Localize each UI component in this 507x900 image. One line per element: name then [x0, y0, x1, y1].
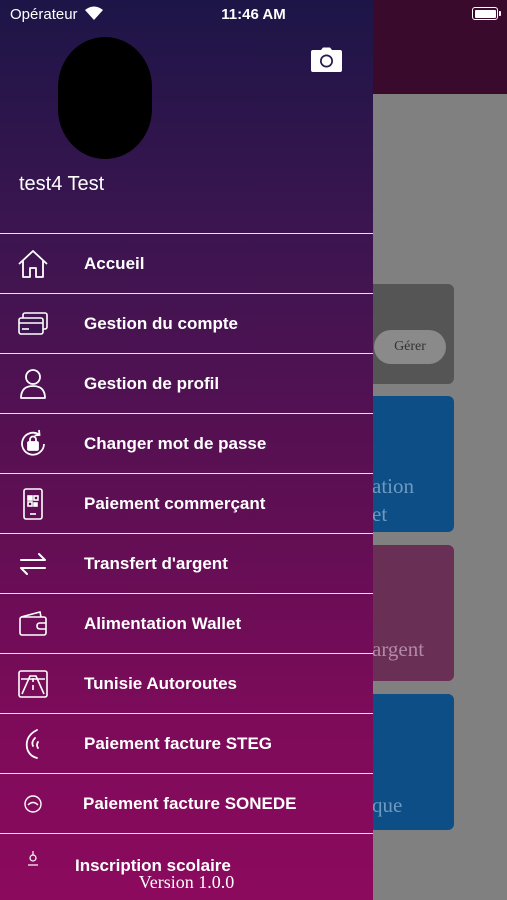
background-card-other-text: que — [372, 793, 403, 817]
drawer-menu: Accueil Gestion du compte Gestion de pro… — [0, 233, 373, 885]
menu-item-accueil[interactable]: Accueil — [0, 233, 373, 293]
avatar[interactable] — [58, 37, 152, 159]
menu-item-label: Transfert d'argent — [84, 553, 228, 573]
menu-item-label: Tunisie Autoroutes — [84, 673, 237, 693]
highway-icon — [16, 668, 50, 700]
menu-item-paiement-sonede[interactable]: Paiement facture SONEDE — [0, 773, 373, 833]
background-card-wallet-text-2: et — [372, 502, 388, 526]
status-time: 11:46 AM — [221, 6, 286, 23]
user-icon — [16, 368, 50, 400]
camera-icon[interactable] — [310, 47, 343, 73]
menu-item-label: Alimentation Wallet — [84, 613, 242, 633]
menu-item-label: Paiement facture STEG — [84, 733, 273, 753]
menu-item-paiement-commercant[interactable]: Paiement commerçant — [0, 473, 373, 533]
menu-item-label: Changer mot de passe — [84, 433, 267, 453]
status-bar: Opérateur 11:46 AM — [0, 0, 507, 30]
menu-item-label: Accueil — [84, 253, 145, 273]
wallet-icon — [16, 608, 50, 640]
cards-icon — [16, 308, 50, 340]
background-card-transfer-text: argent — [372, 637, 425, 661]
background-card-wallet-text-1: ation — [372, 474, 414, 498]
user-name: test4 Test — [19, 173, 105, 195]
menu-item-changer-mot-de-passe[interactable]: Changer mot de passe — [0, 413, 373, 473]
school-icon — [16, 842, 50, 874]
steg-logo-icon — [16, 728, 50, 760]
phone-qr-icon — [16, 488, 50, 520]
menu-item-paiement-steg[interactable]: Paiement facture STEG — [0, 713, 373, 773]
navigation-drawer: test4 Test Accueil Gestion du compte Ges… — [0, 0, 373, 900]
menu-item-alimentation-wallet[interactable]: Alimentation Wallet — [0, 593, 373, 653]
transfer-arrows-icon — [16, 548, 50, 580]
lock-refresh-icon — [16, 428, 50, 460]
menu-item-transfert-argent[interactable]: Transfert d'argent — [0, 533, 373, 593]
menu-item-label: Gestion du compte — [84, 313, 238, 333]
sonede-logo-icon — [16, 788, 50, 820]
battery-icon — [472, 7, 501, 20]
menu-item-tunisie-autoroutes[interactable]: Tunisie Autoroutes — [0, 653, 373, 713]
menu-item-label: Paiement facture SONEDE — [83, 793, 297, 813]
menu-item-gestion-profil[interactable]: Gestion de profil — [0, 353, 373, 413]
manage-button[interactable]: Gérer — [374, 330, 446, 364]
home-icon — [16, 248, 50, 280]
app-version: Version 1.0.0 — [138, 872, 235, 892]
menu-item-gestion-compte[interactable]: Gestion du compte — [0, 293, 373, 353]
menu-item-label: Paiement commerçant — [84, 493, 266, 513]
menu-item-label: Gestion de profil — [84, 373, 220, 393]
